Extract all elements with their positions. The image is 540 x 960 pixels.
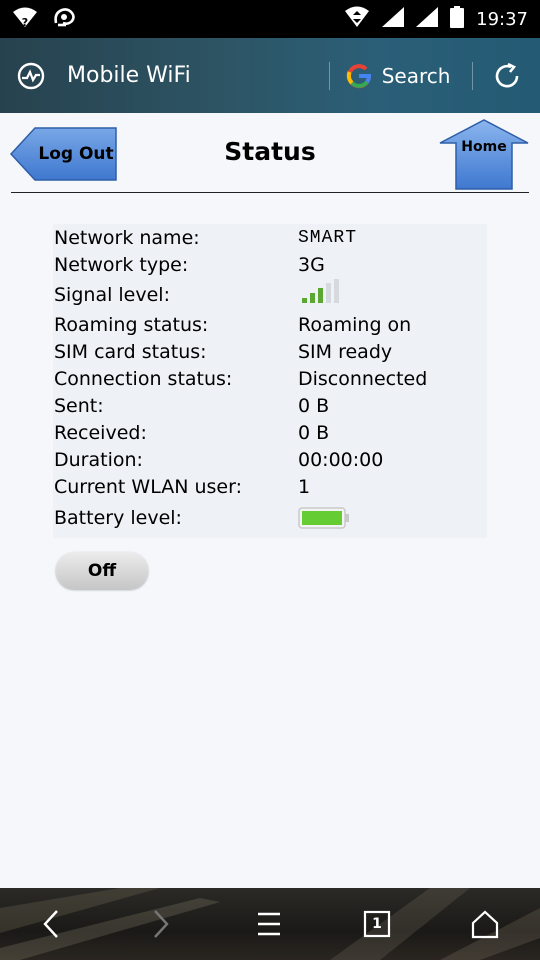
back-icon[interactable] [22, 902, 82, 946]
tabs-icon[interactable]: 1 [347, 902, 407, 946]
status-label: Current WLAN user: [54, 475, 242, 498]
status-label: SIM card status: [54, 340, 207, 363]
status-label: Roaming status: [54, 313, 209, 336]
wifi-question-icon: ? [12, 6, 38, 33]
clock-time: 19:37 [476, 8, 528, 30]
off-button[interactable]: Off [56, 552, 148, 589]
svg-text:?: ? [22, 16, 28, 28]
status-row-signal-level: Signal level: [54, 278, 339, 308]
status-row-network-type: Network type: 3G [54, 251, 325, 278]
signal-bar [310, 293, 315, 303]
status-label: Signal level: [54, 283, 170, 306]
battery-icon [450, 5, 465, 33]
status-value: Roaming on [298, 313, 412, 336]
home-icon[interactable] [455, 902, 515, 946]
tab-count: 1 [372, 916, 382, 932]
status-label: Duration: [54, 448, 143, 471]
page-tab-title[interactable]: Mobile WiFi [67, 63, 191, 88]
signal-icon [416, 6, 439, 32]
status-row-sent: Sent: 0 B [54, 392, 329, 419]
status-row-connection: Connection status: Disconnected [54, 365, 427, 392]
status-label: Connection status: [54, 367, 233, 390]
toolbar-divider [328, 61, 330, 90]
google-icon [346, 63, 372, 89]
toolbar-divider [472, 61, 474, 90]
status-value: 00:00:00 [298, 448, 384, 471]
signal-bar [302, 298, 307, 303]
forward-icon[interactable] [130, 902, 190, 946]
search-label: Search [381, 63, 451, 88]
home-label: Home [461, 139, 507, 155]
status-value: 0 B [298, 421, 330, 444]
status-label: Sent: [54, 394, 104, 417]
page-header: Log Out Status Home [0, 113, 540, 193]
status-value: SIM ready [298, 340, 393, 363]
status-row-wlan-users: Current WLAN user: 1 [54, 473, 310, 500]
uc-browser-icon [52, 5, 78, 34]
battery-level-indicator [298, 506, 350, 535]
status-row-sim-card: SIM card status: SIM ready [54, 338, 392, 365]
status-row-battery: Battery level: [54, 504, 349, 531]
signal-bar [334, 278, 339, 303]
status-row-roaming: Roaming status: Roaming on [54, 311, 411, 338]
browser-toolbar: Mobile WiFi Search [0, 38, 540, 113]
browser-bottom-nav: 1 [0, 888, 540, 960]
status-row-network-name: Network name: SMART [54, 224, 356, 251]
refresh-icon[interactable] [493, 62, 521, 90]
status-panel: Network name: SMART Network type: 3G Sig… [53, 224, 487, 538]
search-button[interactable]: Search [346, 63, 451, 89]
header-divider [11, 192, 529, 193]
status-value: 3G [298, 253, 325, 276]
status-value: SMART [298, 227, 358, 248]
status-label: Network type: [54, 253, 189, 276]
status-row-duration: Duration: 00:00:00 [54, 446, 383, 473]
status-label: Network name: [54, 226, 200, 249]
signal-icon [382, 6, 405, 32]
status-label: Received: [54, 421, 147, 444]
signal-bar [326, 283, 331, 303]
status-value: 0 B [298, 394, 330, 417]
signal-bar [318, 288, 323, 303]
status-row-received: Received: 0 B [54, 419, 329, 446]
menu-icon[interactable] [239, 902, 299, 946]
home-button[interactable]: Home [439, 119, 529, 191]
status-value: Disconnected [298, 367, 428, 390]
data-transfer-icon [344, 6, 370, 33]
system-status-bar: ? 19:37 [0, 0, 540, 38]
status-label: Battery level: [54, 506, 182, 529]
signal-level-indicator [298, 278, 348, 310]
status-value: 1 [298, 475, 311, 498]
pulse-icon[interactable] [17, 62, 45, 90]
